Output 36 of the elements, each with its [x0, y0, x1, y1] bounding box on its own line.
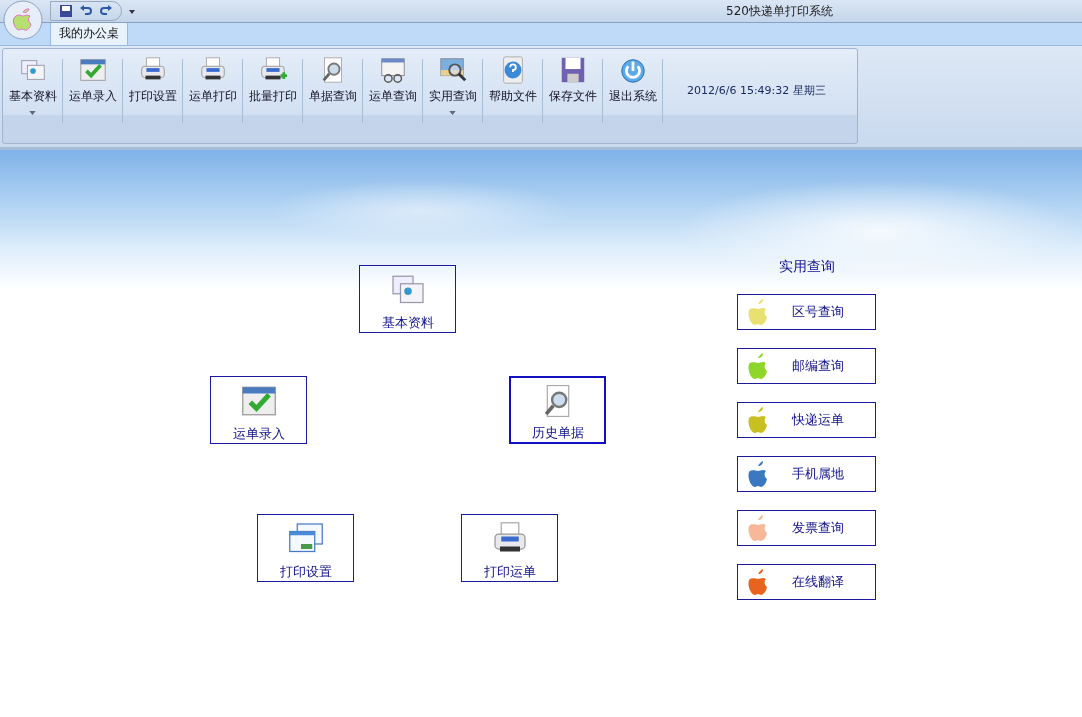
shortcut-tile[interactable]: 基本资料	[359, 265, 456, 333]
ribbon-button[interactable]: 打印设置	[123, 53, 182, 105]
query-button[interactable]: 区号查询	[737, 294, 876, 330]
query-button[interactable]: 快递运单	[737, 402, 876, 438]
undo-icon[interactable]	[79, 4, 93, 18]
ribbon-button[interactable]: 实用查询	[423, 53, 482, 115]
query-button[interactable]: 手机属地	[737, 456, 876, 492]
ribbon-button[interactable]: 帮助文件	[483, 53, 542, 105]
apple-icon	[746, 568, 770, 596]
ribbon-button[interactable]: 运单打印	[183, 53, 242, 105]
ribbon-button[interactable]: 运单录入	[63, 53, 122, 105]
apple-icon	[746, 460, 770, 488]
shortcut-tile[interactable]: 打印运单	[461, 514, 558, 582]
ribbon-button[interactable]: 批量打印	[243, 53, 302, 105]
shortcut-tile[interactable]: 打印设置	[257, 514, 354, 582]
date-time-text: 2012/6/6 15:49:32 星期三	[687, 83, 826, 98]
apple-icon	[746, 406, 770, 434]
section-title: 实用查询	[778, 258, 835, 276]
ribbon-button[interactable]: 退出系统	[603, 53, 662, 105]
query-button[interactable]: 在线翻译	[737, 564, 876, 600]
ribbon-button[interactable]: 单据查询	[303, 53, 362, 105]
shortcut-tile[interactable]: 历史单据	[509, 376, 606, 444]
shortcut-tile[interactable]: 运单录入	[210, 376, 307, 444]
save-icon[interactable]	[59, 4, 73, 18]
ribbon-button[interactable]: 基本资料	[3, 53, 62, 115]
dropdown-icon[interactable]	[128, 7, 136, 15]
apple-icon	[746, 514, 770, 542]
ribbon-tab[interactable]: 我的办公桌	[50, 21, 128, 45]
query-button[interactable]: 发票查询	[737, 510, 876, 546]
window-title: 520快递单打印系统	[726, 2, 833, 20]
apple-icon	[746, 298, 770, 326]
apple-icon	[746, 352, 770, 380]
ribbon-button[interactable]: 保存文件	[543, 53, 602, 105]
redo-icon[interactable]	[99, 4, 113, 18]
query-button[interactable]: 邮编查询	[737, 348, 876, 384]
ribbon-button[interactable]: 运单查询	[363, 53, 422, 105]
